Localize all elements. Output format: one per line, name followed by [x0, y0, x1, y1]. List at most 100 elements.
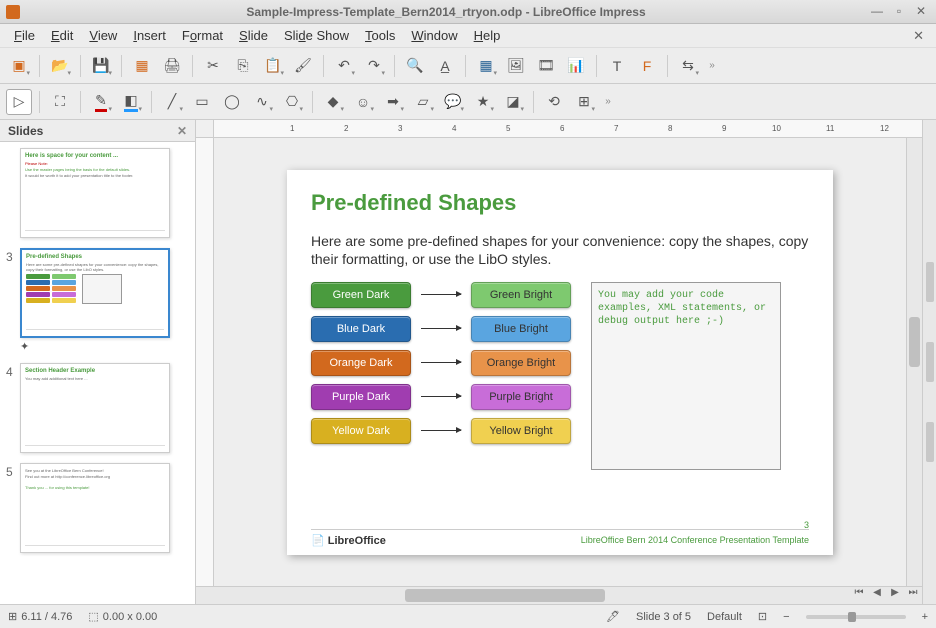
- select-tool[interactable]: ▷: [6, 89, 32, 115]
- workspace: Slides ✕ Here is space for your content …: [0, 120, 936, 604]
- fill-color-button[interactable]: ◧: [118, 89, 144, 115]
- basic-shapes-button[interactable]: ◆: [320, 89, 346, 115]
- menu-format[interactable]: Format: [174, 26, 231, 45]
- block-arrows-button[interactable]: ➡: [380, 89, 406, 115]
- symbol-shapes-button[interactable]: ☺: [350, 89, 376, 115]
- footer-logo: 📄 LibreOffice: [311, 534, 386, 547]
- close-panel-button[interactable]: ✕: [177, 124, 187, 138]
- menu-slide[interactable]: Slide: [231, 26, 276, 45]
- vertical-ruler[interactable]: [196, 138, 214, 586]
- slide-thumb-5[interactable]: See you at the LibreOffice Bern Conferen…: [20, 463, 170, 553]
- horizontal-ruler[interactable]: 1 2 3 4 5 6 7 8 9 10 11 12: [214, 120, 922, 138]
- shape-row-yellow[interactable]: Yellow Dark Yellow Bright: [311, 418, 571, 444]
- close-doc-button[interactable]: ✕: [907, 28, 930, 44]
- slide-thumb-3[interactable]: Pre-defined Shapes Here are some pre-def…: [20, 248, 170, 338]
- rect-tool[interactable]: ▭: [189, 89, 215, 115]
- undo-button[interactable]: ↶: [331, 53, 357, 79]
- flowchart-button[interactable]: ▱: [410, 89, 436, 115]
- slide-body-text[interactable]: Here are some pre-defined shapes for you…: [311, 232, 809, 268]
- arrow-icon[interactable]: [421, 430, 461, 431]
- ellipse-tool[interactable]: ◯: [219, 89, 245, 115]
- 3d-button[interactable]: ◪: [500, 89, 526, 115]
- zoom-fit-button[interactable]: ⊡: [758, 610, 767, 623]
- rotate-button[interactable]: ⟲: [541, 89, 567, 115]
- menu-file[interactable]: File: [6, 26, 43, 45]
- app-icon: [6, 5, 20, 19]
- slide-thumb-4[interactable]: Section Header Example You may add addit…: [20, 363, 170, 453]
- textbox-button[interactable]: T: [604, 53, 630, 79]
- arrow-icon[interactable]: [421, 362, 461, 363]
- new-button[interactable]: ▣: [6, 53, 32, 79]
- export-pdf-button[interactable]: ▦: [129, 53, 155, 79]
- shape-row-purple[interactable]: Purple Dark Purple Bright: [311, 384, 571, 410]
- line-tool[interactable]: ╱: [159, 89, 185, 115]
- code-example-box[interactable]: You may add your code examples, XML stat…: [591, 282, 781, 470]
- arrow-icon[interactable]: [421, 396, 461, 397]
- slide-thumb-2[interactable]: Here is space for your content ... Pleas…: [20, 148, 170, 238]
- line-color-button[interactable]: ✎: [88, 89, 114, 115]
- image-button[interactable]: 🖼: [503, 53, 529, 79]
- hyperlink-button[interactable]: ⇆: [675, 53, 701, 79]
- prev-slide-button[interactable]: ◀: [868, 587, 886, 604]
- zoom-slider[interactable]: [806, 615, 906, 619]
- shape-row-orange[interactable]: Orange Dark Orange Bright: [311, 350, 571, 376]
- sidebar-tab-2[interactable]: [926, 342, 934, 382]
- spellcheck-button[interactable]: A̲: [432, 53, 458, 79]
- arrow-icon[interactable]: [421, 328, 461, 329]
- menu-help[interactable]: Help: [466, 26, 509, 45]
- slide-content[interactable]: Pre-defined Shapes Here are some pre-def…: [287, 170, 833, 555]
- find-button[interactable]: 🔍: [402, 53, 428, 79]
- last-slide-button[interactable]: ⏭: [904, 587, 922, 604]
- sidebar-dock: [922, 120, 936, 604]
- connector-tool[interactable]: ⎔: [279, 89, 305, 115]
- slide-canvas[interactable]: Pre-defined Shapes Here are some pre-def…: [214, 138, 906, 586]
- save-button[interactable]: 💾: [88, 53, 114, 79]
- slide-title[interactable]: Pre-defined Shapes: [311, 190, 809, 216]
- menu-insert[interactable]: Insert: [125, 26, 174, 45]
- slide-thumbnails[interactable]: Here is space for your content ... Pleas…: [0, 142, 195, 604]
- align-button[interactable]: ⊞: [571, 89, 597, 115]
- menu-slideshow[interactable]: Slide Show: [276, 26, 357, 45]
- minimize-button[interactable]: —: [868, 4, 886, 20]
- copy-button[interactable]: ⎘: [230, 53, 256, 79]
- callout-button[interactable]: 💬: [440, 89, 466, 115]
- clone-format-button[interactable]: 🖌: [290, 53, 316, 79]
- slide-counter[interactable]: Slide 3 of 5: [636, 611, 691, 623]
- signature-status[interactable]: 🖊: [606, 610, 620, 623]
- cut-button[interactable]: ✂: [200, 53, 226, 79]
- horizontal-scrollbar[interactable]: [214, 587, 850, 604]
- menu-view[interactable]: View: [81, 26, 125, 45]
- redo-button[interactable]: ↷: [361, 53, 387, 79]
- zoom-tool[interactable]: ⛶: [47, 89, 73, 115]
- media-button[interactable]: 🎞: [533, 53, 559, 79]
- stars-button[interactable]: ★: [470, 89, 496, 115]
- master-name[interactable]: Default: [707, 611, 742, 623]
- open-button[interactable]: 📂: [47, 53, 73, 79]
- fontwork-button[interactable]: F: [634, 53, 660, 79]
- arrow-icon[interactable]: [421, 294, 461, 295]
- page-number: 3: [804, 520, 809, 530]
- slide-panel-title: Slides: [8, 124, 43, 138]
- vertical-scrollbar[interactable]: [906, 138, 922, 586]
- close-window-button[interactable]: ✕: [912, 4, 930, 20]
- maximize-button[interactable]: ▫: [890, 4, 908, 20]
- paste-button[interactable]: 📋: [260, 53, 286, 79]
- toolbar-more[interactable]: »: [705, 60, 719, 71]
- table-button[interactable]: ▦: [473, 53, 499, 79]
- sidebar-tab-3[interactable]: [926, 422, 934, 462]
- toolbar2-more[interactable]: »: [601, 96, 615, 107]
- menu-edit[interactable]: Edit: [43, 26, 81, 45]
- zoom-out-button[interactable]: −: [783, 611, 789, 623]
- cursor-position: ⊞ 6.11 / 4.76: [8, 610, 72, 623]
- first-slide-button[interactable]: ⏮: [850, 587, 868, 604]
- shape-row-green[interactable]: Green Dark Green Bright: [311, 282, 571, 308]
- next-slide-button[interactable]: ▶: [886, 587, 904, 604]
- sidebar-tab-1[interactable]: [926, 262, 934, 302]
- menu-window[interactable]: Window: [403, 26, 465, 45]
- chart-button[interactable]: 📊: [563, 53, 589, 79]
- print-button[interactable]: 🖨: [159, 53, 185, 79]
- shape-row-blue[interactable]: Blue Dark Blue Bright: [311, 316, 571, 342]
- zoom-in-button[interactable]: +: [922, 611, 928, 623]
- menu-tools[interactable]: Tools: [357, 26, 403, 45]
- curve-tool[interactable]: ∿: [249, 89, 275, 115]
